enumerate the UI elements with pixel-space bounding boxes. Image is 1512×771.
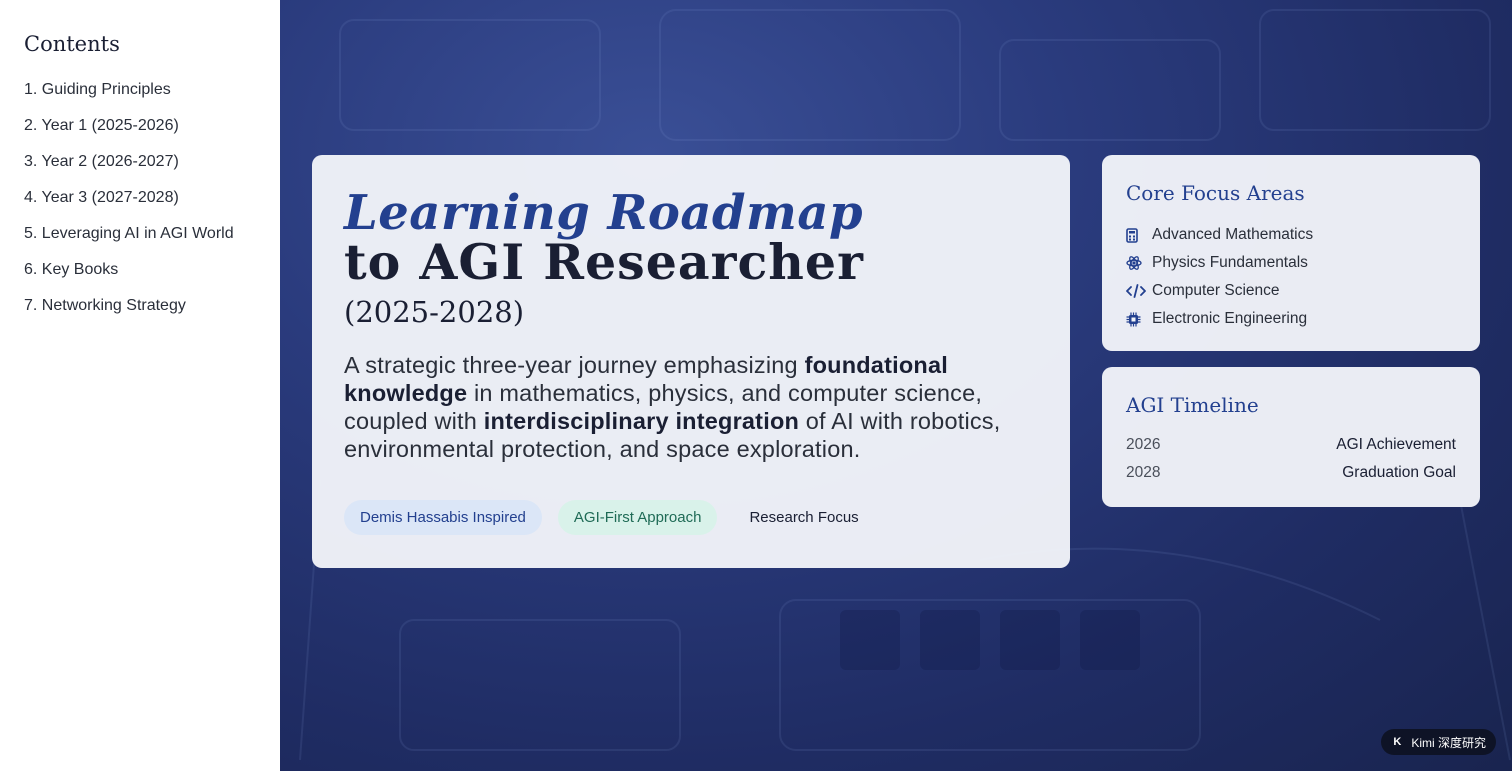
toc-item-guiding-principles[interactable]: 1. Guiding Principles [24, 78, 234, 114]
table-of-contents: Contents 1. Guiding Principles 2. Year 1… [0, 0, 280, 771]
toc-list: 1. Guiding Principles 2. Year 1 (2025-20… [24, 78, 234, 330]
tag-demis-hassabis: Demis Hassabis Inspired [344, 500, 542, 535]
timeline-row: 2028 Graduation Goal [1126, 459, 1456, 487]
kimi-badge[interactable]: K Kimi 深度研究 [1381, 729, 1496, 755]
timeline-event: AGI Achievement [1336, 436, 1456, 453]
kimi-badge-label: Kimi 深度研究 [1411, 735, 1486, 750]
focus-item-electronic-engineering: Electronic Engineering [1126, 305, 1313, 333]
tag-agi-first: AGI-First Approach [557, 500, 718, 535]
emphasis-interdisciplinary: interdisciplinary integration [483, 408, 800, 434]
atom-icon [1126, 255, 1148, 271]
toc-item-key-books[interactable]: 6. Key Books [24, 258, 234, 294]
timeline-year: 2026 [1126, 436, 1161, 453]
timeline-year: 2028 [1126, 464, 1161, 481]
focus-item-mathematics: Advanced Mathematics [1126, 221, 1313, 249]
contents-heading: Contents [24, 32, 120, 56]
code-icon [1126, 284, 1148, 298]
agi-timeline-card: AGI Timeline 2026 AGI Achievement 2028 G… [1102, 367, 1480, 507]
intro-card: Learning Roadmap to AGI Researcher (2025… [312, 155, 1070, 568]
core-focus-card: Core Focus Areas Advanced Mathematics Ph… [1102, 155, 1480, 351]
focus-item-physics: Physics Fundamentals [1126, 249, 1313, 277]
microchip-icon [1126, 312, 1148, 327]
core-focus-heading: Core Focus Areas [1126, 181, 1305, 205]
toc-item-leveraging-ai[interactable]: 5. Leveraging AI in AGI World [24, 222, 234, 258]
toc-item-year-1[interactable]: 2. Year 1 (2025-2026) [24, 114, 234, 150]
focus-item-computer-science: Computer Science [1126, 277, 1313, 305]
intro-description: A strategic three-year journey emphasizi… [344, 352, 1001, 462]
calculator-icon [1126, 227, 1148, 243]
tag-research-focus: Research Focus [749, 509, 859, 526]
toc-item-year-3[interactable]: 4. Year 3 (2027-2028) [24, 186, 234, 222]
kimi-logo-icon: K [1389, 734, 1406, 750]
toc-item-year-2[interactable]: 3. Year 2 (2026-2027) [24, 150, 234, 186]
timeline-row: 2026 AGI Achievement [1126, 431, 1456, 459]
toc-item-networking[interactable]: 7. Networking Strategy [24, 294, 234, 330]
page-subtitle-years: (2025-2028) [344, 295, 525, 329]
tag-group: Demis Hassabis Inspired AGI-First Approa… [344, 500, 875, 535]
page-title: to AGI Researcher [344, 233, 864, 291]
timeline-event: Graduation Goal [1342, 464, 1456, 481]
focus-list: Advanced Mathematics Physics Fundamental… [1126, 221, 1313, 333]
hero-section: Learning Roadmap to AGI Researcher (2025… [280, 0, 1512, 771]
agi-timeline-heading: AGI Timeline [1126, 393, 1259, 417]
